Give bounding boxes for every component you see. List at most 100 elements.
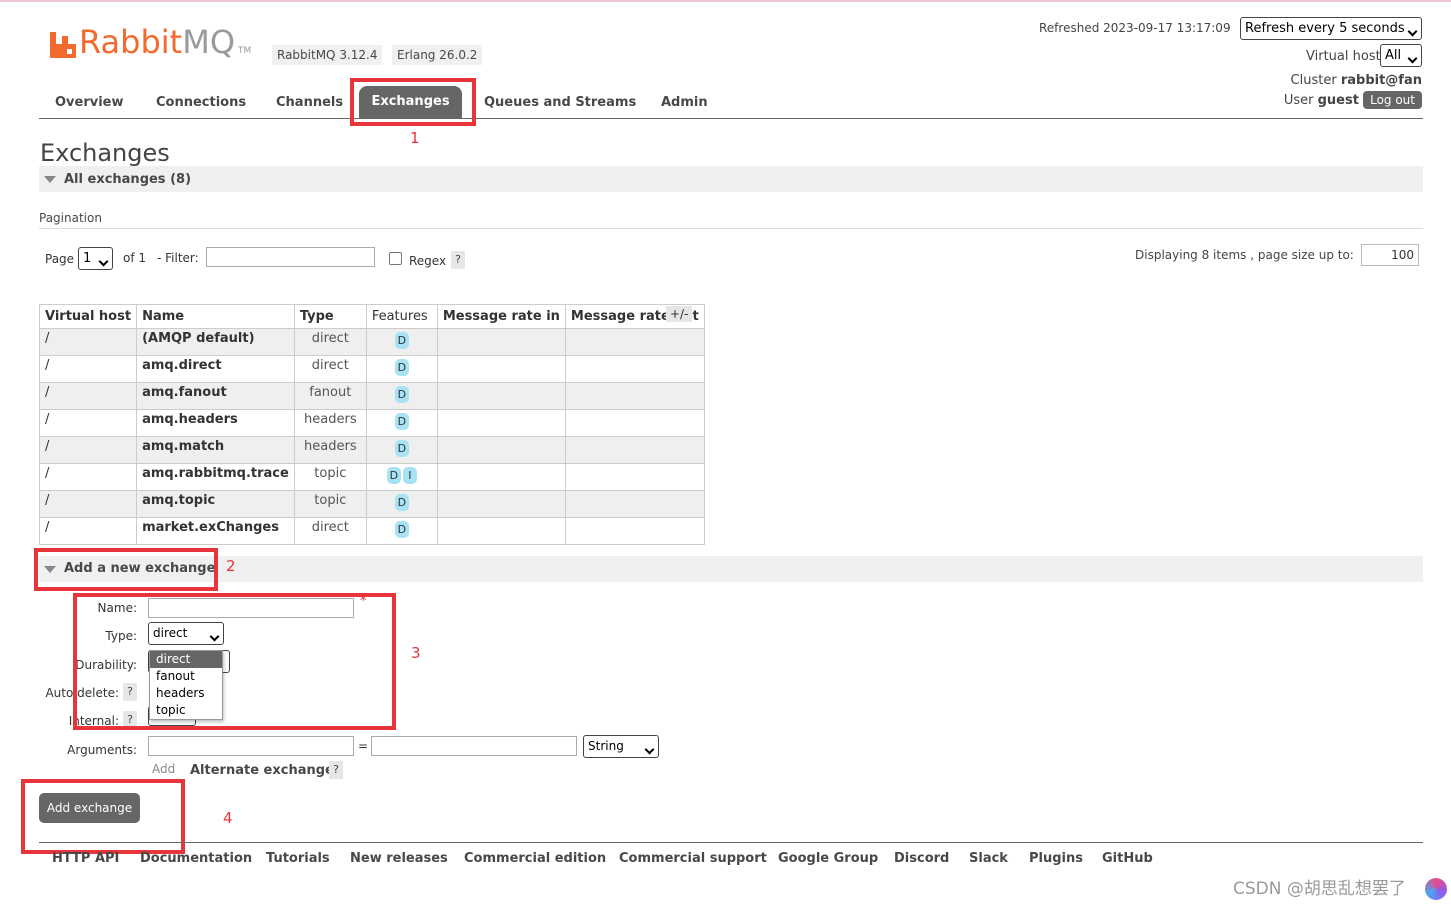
footer-link-documentation[interactable]: Documentation [140, 851, 252, 866]
tab-connections[interactable]: Connections [156, 95, 246, 110]
page-label: Page [45, 252, 75, 266]
pagination-divider [39, 228, 1423, 229]
logo-text-rabbit: Rabbit [79, 23, 183, 61]
cell-name[interactable]: amq.headers [136, 409, 295, 437]
cell-features: D [365, 490, 438, 518]
chevron-down-icon [644, 742, 655, 763]
cell-vhost: / [38, 355, 138, 383]
footer-link-new-releases[interactable]: New releases [350, 851, 448, 866]
cell-vhost: / [38, 436, 138, 464]
tab-channels[interactable]: Channels [276, 95, 343, 110]
cell-name[interactable]: (AMQP default) [136, 328, 295, 356]
cell-message-rate-in [436, 382, 566, 410]
table-row: / amq.topic topic D [38, 490, 705, 518]
cell-type: direct [293, 517, 367, 545]
footer-link-commercial-edition[interactable]: Commercial edition [464, 851, 606, 866]
footer-link-google-group[interactable]: Google Group [778, 851, 878, 866]
cell-vhost: / [38, 517, 138, 545]
cell-name[interactable]: amq.direct [136, 355, 295, 383]
user-name: guest [1317, 93, 1359, 108]
add-argument-link[interactable]: Add [152, 762, 175, 776]
feature-badge: D [394, 494, 409, 511]
argument-key-input[interactable] [148, 736, 354, 756]
tab-admin[interactable]: Admin [661, 95, 708, 110]
cell-vhost: / [38, 409, 138, 437]
erlang-version: Erlang 26.0.2 [392, 45, 483, 65]
cell-type: fanout [293, 382, 367, 410]
cell-features: D [365, 409, 438, 437]
cell-message-rate-in [436, 328, 566, 356]
refreshed-timestamp: Refreshed 2023-09-17 13:17:09 [1039, 21, 1231, 35]
vhost-label: Virtual host [1306, 49, 1381, 64]
cell-message-rate-out [564, 436, 705, 464]
cell-message-rate-out [564, 328, 705, 356]
annotation-label-4: 4 [223, 809, 233, 827]
footer-link-plugins[interactable]: Plugins [1029, 851, 1083, 866]
footer-link-slack[interactable]: Slack [969, 851, 1008, 866]
chevron-down-icon [1407, 24, 1418, 45]
all-exchanges-title[interactable]: All exchanges (8) [64, 172, 191, 187]
rabbitmq-version: RabbitMQ 3.12.4 [272, 45, 383, 65]
argument-value-input[interactable] [371, 736, 577, 756]
annotation-label-1: 1 [410, 129, 420, 147]
column-header-message-rate-in: Message rate in [436, 304, 566, 329]
annotation-box-3 [73, 593, 396, 730]
refresh-interval-select[interactable]: Refresh every 5 seconds [1240, 17, 1422, 40]
logo-text-mq: MQ [182, 23, 235, 61]
page-select[interactable]: 1 [78, 247, 113, 270]
cluster-label: Cluster [1290, 73, 1337, 88]
exchanges-table: Virtual host Name Type Features Message … [38, 304, 705, 545]
cell-message-rate-out [564, 490, 705, 518]
cell-message-rate-out [564, 409, 705, 437]
rabbitmq-logo[interactable]: Rabbit MQ TM [50, 26, 251, 58]
cell-name[interactable]: amq.topic [136, 490, 295, 518]
cell-features: DI [365, 463, 438, 491]
cell-type: headers [293, 436, 367, 464]
cell-name[interactable]: market.exChanges [136, 517, 295, 545]
table-row: / amq.rabbitmq.trace topic D I [38, 463, 705, 491]
argument-type-select[interactable]: String [583, 735, 659, 758]
cell-name[interactable]: amq.match [136, 436, 295, 464]
columns-toggle-button[interactable]: +/- [666, 306, 693, 322]
page-title: Exchanges [40, 139, 170, 167]
page-of: of 1 [123, 251, 147, 265]
regex-help-icon[interactable]: ? [451, 251, 465, 269]
triangle-down-icon [44, 176, 56, 183]
page-size-input[interactable]: 100 [1361, 244, 1419, 266]
vhost-select[interactable]: All [1380, 44, 1422, 67]
tab-queues-and-streams[interactable]: Queues and Streams [484, 95, 636, 110]
column-header-type[interactable]: Type [293, 304, 367, 329]
footer-link-http-api[interactable]: HTTP API [52, 851, 119, 866]
table-row: / amq.headers headers D [38, 409, 705, 437]
alternate-exchange-link[interactable]: Alternate exchange [190, 763, 334, 778]
cell-type: topic [293, 490, 367, 518]
cell-name[interactable]: amq.rabbitmq.trace [136, 463, 295, 491]
add-exchange-section-header[interactable] [39, 556, 1423, 582]
all-exchanges-section-header[interactable] [39, 166, 1423, 192]
column-header-virtual-host[interactable]: Virtual host [38, 304, 138, 329]
footer-link-commercial-support[interactable]: Commercial support [619, 851, 767, 866]
nav-divider [39, 118, 1423, 119]
logout-button[interactable]: Log out [1363, 91, 1422, 109]
alternate-exchange-help-icon[interactable]: ? [329, 761, 343, 779]
filter-input[interactable] [206, 247, 375, 267]
tab-overview[interactable]: Overview [55, 95, 124, 110]
annotation-box-2 [34, 548, 218, 591]
regex-checkbox[interactable] [389, 252, 402, 265]
feature-badge: D [394, 413, 409, 430]
page-size-value: 100 [1391, 248, 1414, 262]
feature-badge: D [394, 386, 409, 403]
argument-type-value: String [588, 739, 624, 753]
cell-message-rate-out [564, 517, 705, 545]
logo-tm: TM [238, 46, 252, 56]
footer-link-tutorials[interactable]: Tutorials [266, 851, 330, 866]
footer-link-github[interactable]: GitHub [1102, 851, 1153, 866]
chevron-down-icon [1407, 51, 1418, 72]
cell-name[interactable]: amq.fanout [136, 382, 295, 410]
top-border [0, 0, 1451, 2]
cluster-info: Cluster rabbit@fan [1291, 73, 1422, 88]
column-header-name[interactable]: Name [136, 304, 295, 329]
footer-link-discord[interactable]: Discord [894, 851, 949, 866]
cell-features: D [365, 436, 438, 464]
user-info: User guest Log out [1284, 91, 1422, 109]
